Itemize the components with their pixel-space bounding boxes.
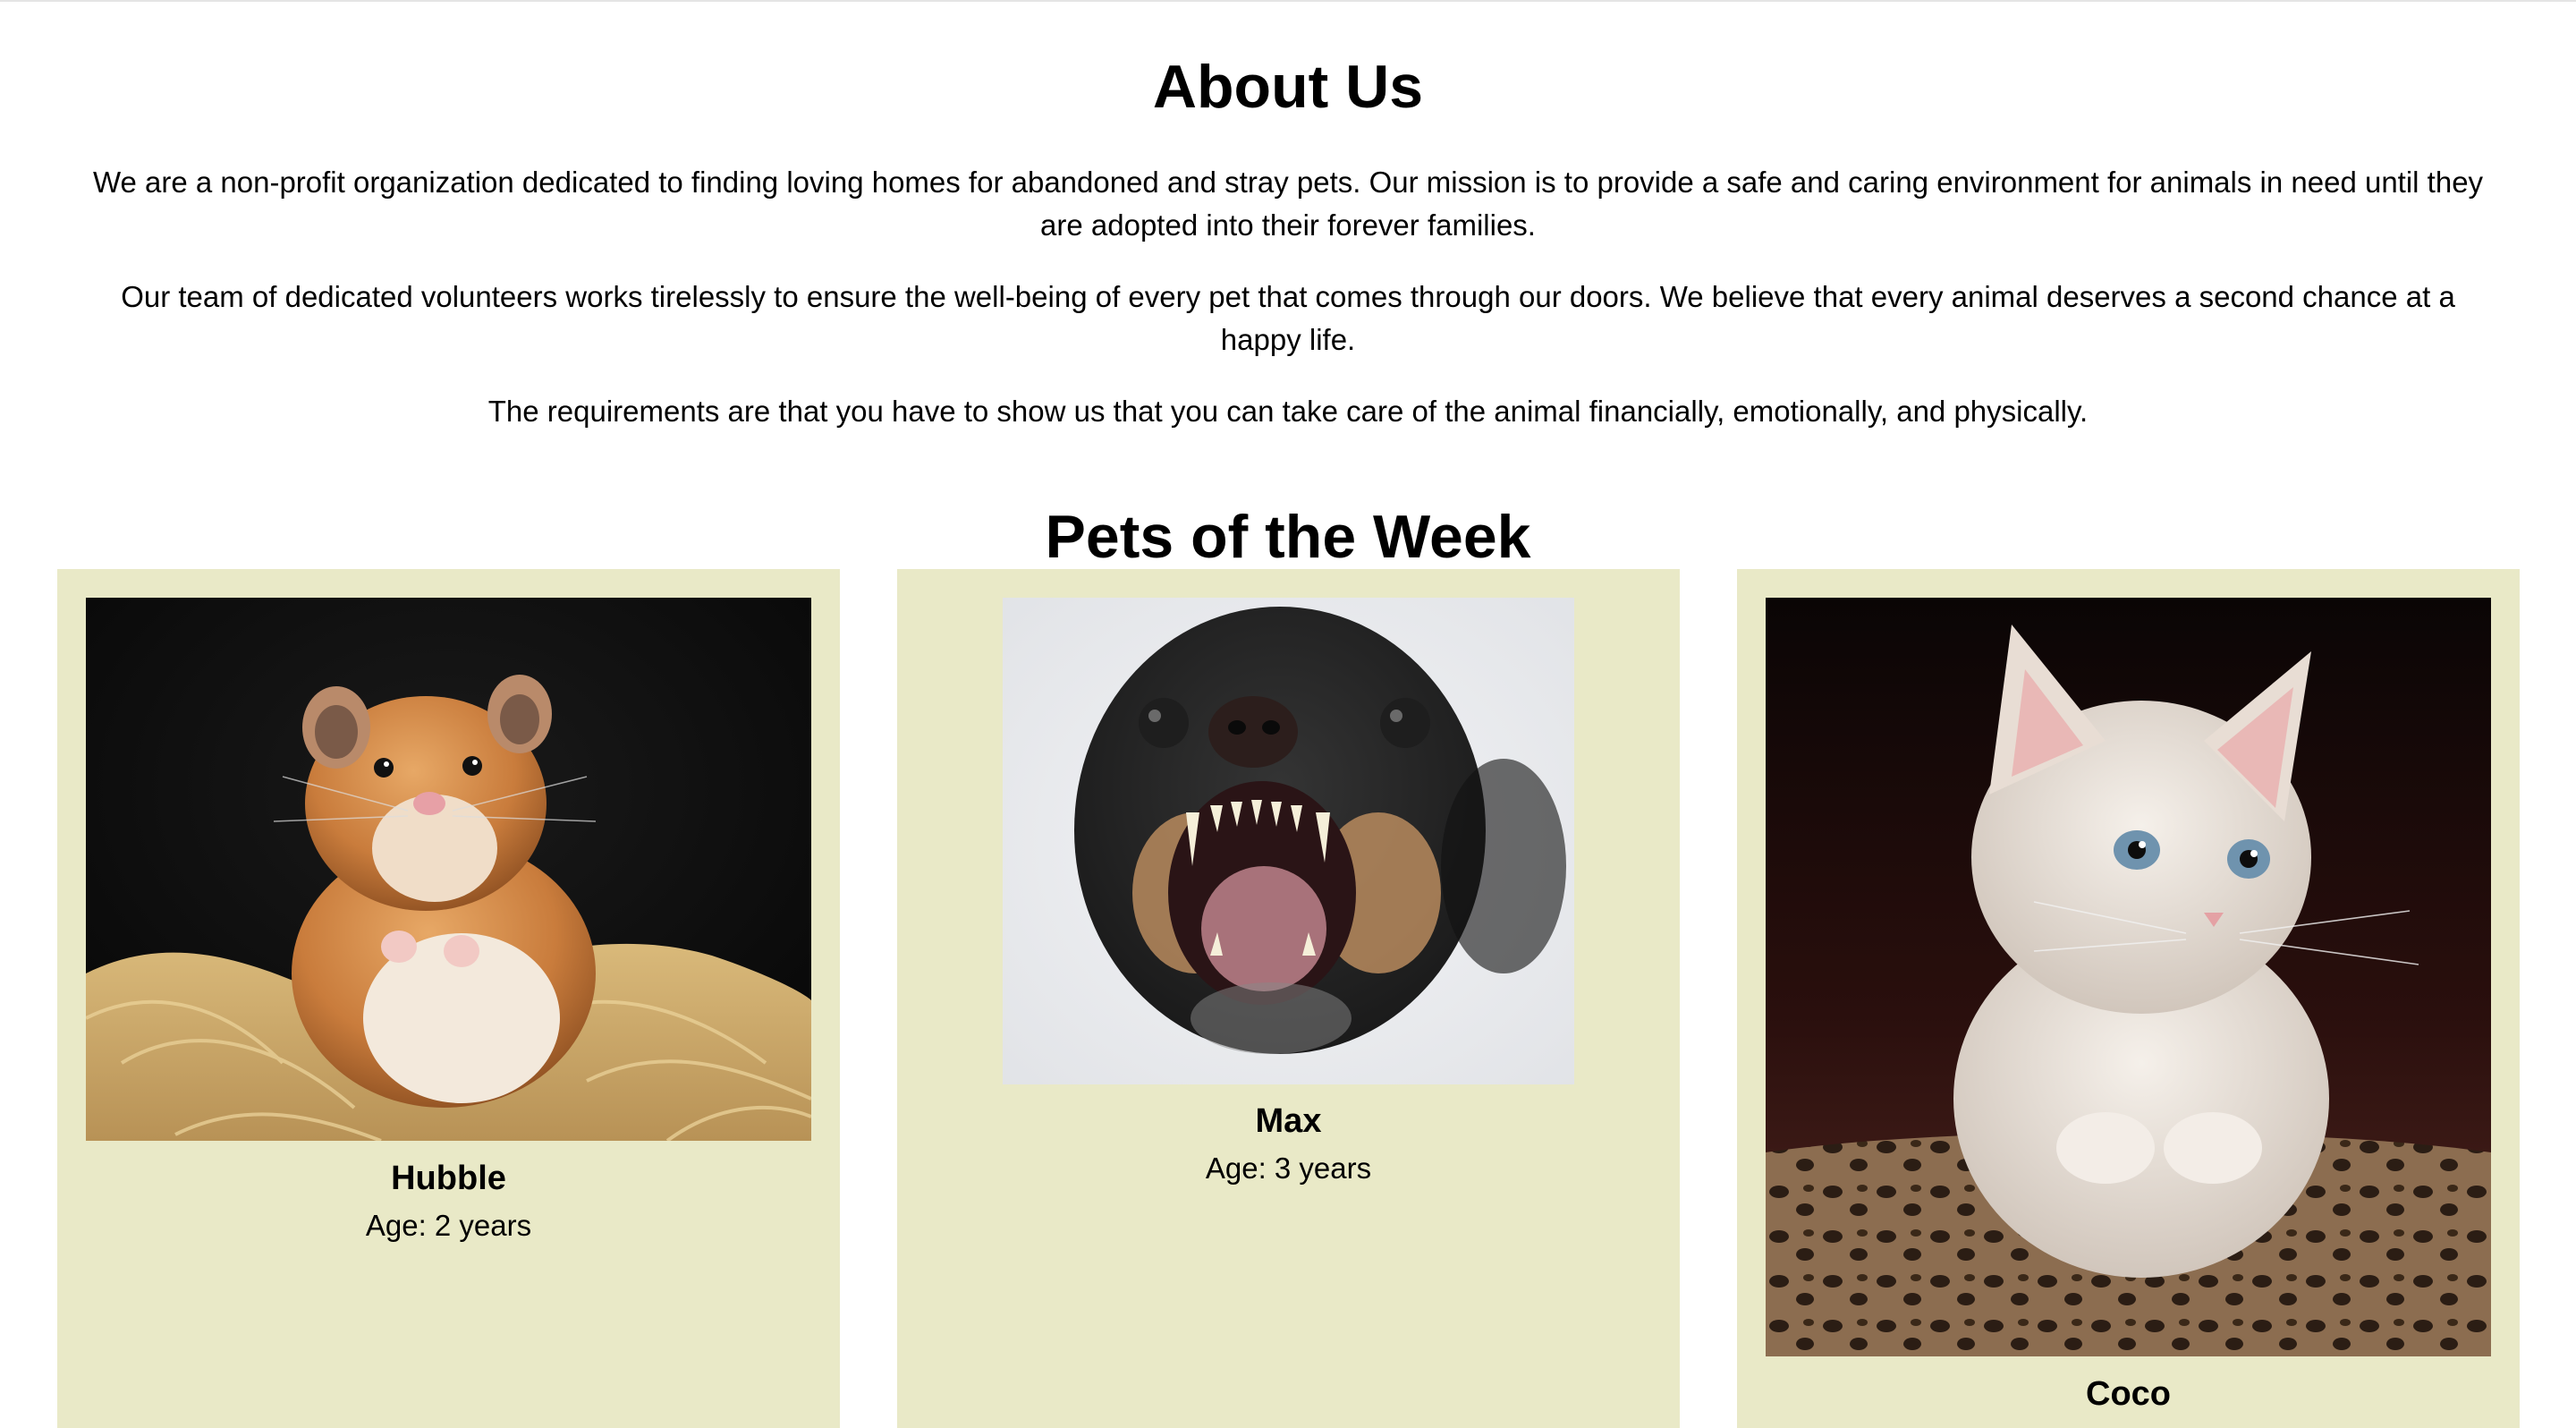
dog-photo — [1003, 598, 1574, 1084]
pet-card-max[interactable]: Max Age: 3 years — [897, 569, 1680, 1428]
pets-of-the-week-title: Pets of the Week — [1045, 503, 1531, 571]
about-paragraph-mission: We are a non-profit organization dedicat… — [92, 166, 2484, 242]
top-border — [0, 0, 2576, 2]
pet-card-coco[interactable]: Coco — [1737, 569, 2520, 1428]
about-title: About Us — [1152, 53, 1424, 121]
hamster-photo — [86, 598, 811, 1141]
pet-name: Hubble — [391, 1160, 506, 1197]
pet-name: Coco — [2086, 1375, 2171, 1413]
pet-age: Age: 3 years — [1205, 1152, 1372, 1185]
pet-card-hubble[interactable]: Hubble Age: 2 years — [57, 569, 840, 1428]
about-paragraph-requirements: The requirements are that you have to sh… — [487, 395, 2089, 428]
pet-age: Age: 2 years — [365, 1209, 532, 1242]
about-text: We are a non-profit organization dedicat… — [0, 161, 2576, 433]
kitten-photo — [1766, 598, 2491, 1356]
pet-name: Max — [1255, 1102, 1322, 1140]
page-content: About Us We are a non-profit organizatio… — [0, 0, 2576, 573]
about-paragraph-volunteers: Our team of dedicated volunteers works t… — [121, 280, 2455, 356]
pet-cards: Hubble Age: 2 years Max Age: 3 years Coc… — [57, 569, 2520, 1428]
